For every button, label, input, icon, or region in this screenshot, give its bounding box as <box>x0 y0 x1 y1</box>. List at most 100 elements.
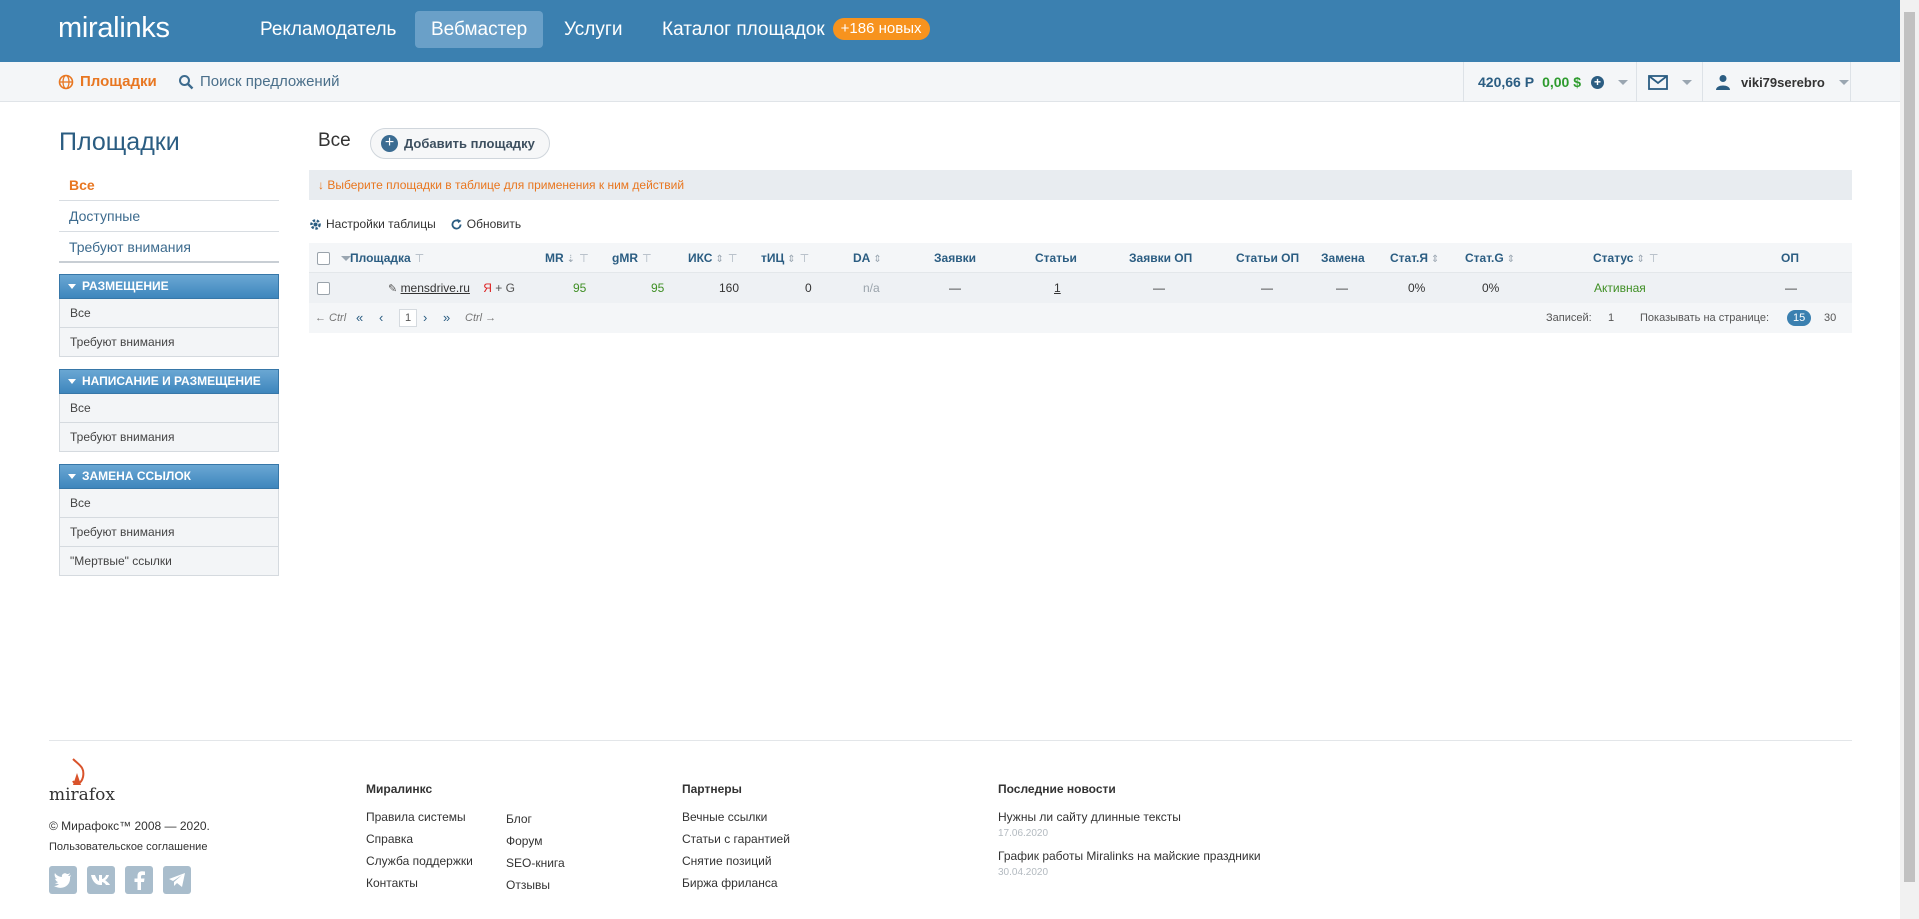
mr-value: 95 <box>573 281 587 295</box>
col-replace: Замена <box>1321 251 1365 265</box>
col-stat-ya[interactable]: Стат.Я ⇕ <box>1390 243 1439 273</box>
footer-link[interactable]: Отзывы <box>506 878 565 892</box>
add-platform-label: Добавить площадку <box>404 136 535 151</box>
chevron-down-icon <box>1618 79 1628 85</box>
top-navbar: miralinks Рекламодатель Вебмастер Услуги… <box>0 0 1900 62</box>
col-articles-op: Статьи ОП <box>1236 251 1300 265</box>
articles-link[interactable]: 1 <box>1054 273 1061 303</box>
footer-link[interactable]: Служба поддержки <box>366 854 473 868</box>
records-count: 1 <box>1608 312 1615 324</box>
group-header-placement[interactable]: Размещение <box>59 274 279 299</box>
nav-services[interactable]: Услуги <box>548 11 638 48</box>
next-page-button[interactable]: › <box>423 303 427 333</box>
row-checkbox[interactable] <box>317 282 330 295</box>
per-page-label: Показывать на странице: <box>1640 312 1770 324</box>
col-da[interactable]: DA ⇕ <box>853 243 882 273</box>
plus-icon: + <box>381 135 398 152</box>
group-title: Написание и размещение <box>82 374 261 388</box>
footer-link[interactable]: Контакты <box>366 876 473 890</box>
sidebar-menu: Все Доступные Требуют внимания <box>59 170 279 263</box>
footer-link[interactable]: Справка <box>366 832 473 846</box>
table-settings-button[interactable]: Настройки таблицы <box>309 217 436 231</box>
platforms-link[interactable]: Площадки <box>58 73 157 90</box>
refresh-icon <box>451 218 462 229</box>
mirafox-logo[interactable]: mirafox <box>49 755 115 810</box>
refresh-label: Обновить <box>466 217 522 231</box>
site-link[interactable]: mensdrive.ru <box>401 281 470 295</box>
sort-icon: ⇕ <box>715 254 724 265</box>
news-link[interactable]: Нужны ли сайту длинные тексты <box>998 810 1261 824</box>
chevron-down-icon <box>1838 79 1849 85</box>
telegram-icon[interactable] <box>163 866 191 894</box>
nav-catalog[interactable]: Каталог площадок +186 новых <box>646 11 946 48</box>
footer-link[interactable]: Блог <box>506 812 565 826</box>
last-page-button[interactable]: » <box>443 303 450 333</box>
news-link[interactable]: График работы Miralinks на майские празд… <box>998 849 1261 863</box>
footer-link[interactable]: Вечные ссылки <box>682 810 790 824</box>
nav-catalog-label: Каталог площадок <box>662 19 825 40</box>
nav-webmaster[interactable]: Вебмастер <box>415 11 544 48</box>
footer-link[interactable]: Статьи с гарантией <box>682 832 790 846</box>
prev-page-button[interactable]: ‹ <box>379 303 383 333</box>
refresh-button[interactable]: Обновить <box>450 217 521 231</box>
messages-dropdown[interactable] <box>1637 62 1703 102</box>
sort-icon: ⇕ <box>873 254 882 265</box>
sidebar-item-available[interactable]: Доступные <box>59 201 279 232</box>
sort-icon: ⇕ <box>1636 254 1645 265</box>
add-platform-button[interactable]: + Добавить площадку <box>370 128 550 159</box>
footer-link[interactable]: SEO-книга <box>506 856 565 870</box>
col-stat-g[interactable]: Стат.G ⇕ <box>1465 243 1515 273</box>
logo[interactable]: miralinks <box>58 12 170 45</box>
site-cell: ✎ mensdrive.ru Я + G <box>388 273 515 303</box>
col-iks[interactable]: ИКС ⇕ ⊤ <box>688 243 737 273</box>
col-mr[interactable]: MR ⇣ ⊤ <box>545 243 589 273</box>
group-header-writing[interactable]: Написание и размещение <box>59 369 279 394</box>
table-settings-label: Настройки таблицы <box>326 217 436 231</box>
facebook-icon[interactable] <box>125 866 153 894</box>
group-item-dead-links[interactable]: "Мертвые" ссылки <box>59 547 279 576</box>
da-value: n/a <box>863 281 880 295</box>
footer-link[interactable]: Биржа фриланса <box>682 876 790 890</box>
group-item-attention[interactable]: Требуют внимания <box>59 518 279 547</box>
sort-icon: ⇕ <box>1431 254 1440 265</box>
add-funds-icon[interactable]: + <box>1591 75 1604 89</box>
sort-icon: ⇣ <box>566 254 576 265</box>
per-page-15[interactable]: 15 <box>1787 303 1812 333</box>
col-platform[interactable]: Площадка ⊤ <box>350 243 424 273</box>
col-gmr[interactable]: gMR ⊤ <box>612 243 652 273</box>
footer-link[interactable]: Форум <box>506 834 565 848</box>
group-item-attention[interactable]: Требуют внимания <box>59 328 279 357</box>
search-offers-link[interactable]: Поиск предложений <box>178 73 339 90</box>
col-tic[interactable]: тИЦ ⇕ ⊤ <box>761 243 809 273</box>
sidebar-group-writing: Написание и размещение Все Требуют внима… <box>59 369 279 452</box>
current-page[interactable]: 1 <box>399 303 418 333</box>
per-page-30[interactable]: 30 <box>1824 303 1836 333</box>
user-agreement-link[interactable]: Пользовательское соглашение <box>49 841 207 853</box>
select-all-checkbox[interactable] <box>317 252 330 265</box>
news-item: Нужны ли сайту длинные тексты 17.06.2020 <box>998 810 1261 839</box>
twitter-icon[interactable] <box>49 866 77 894</box>
news-date: 30.04.2020 <box>998 867 1049 878</box>
filter-icon: ⊤ <box>1648 253 1659 265</box>
group-item-all[interactable]: Все <box>59 299 279 328</box>
group-item-all[interactable]: Все <box>59 489 279 518</box>
nav-advertiser[interactable]: Рекламодатель <box>244 11 412 48</box>
sidebar-item-attention[interactable]: Требуют внимания <box>59 232 279 263</box>
group-item-attention[interactable]: Требуют внимания <box>59 423 279 452</box>
user-menu[interactable]: viki79serebro <box>1703 62 1851 102</box>
scrollbar-thumb[interactable] <box>1904 12 1915 882</box>
group-header-replace[interactable]: Замена ссылок <box>59 464 279 489</box>
footer-link[interactable]: Снятие позиций <box>682 854 790 868</box>
edit-icon[interactable]: ✎ <box>388 283 397 295</box>
first-page-button[interactable]: « <box>356 303 363 333</box>
col-status[interactable]: Статус ⇕ ⊤ <box>1593 243 1658 273</box>
group-title: Размещение <box>82 279 169 293</box>
footer-col-title: Партнеры <box>682 782 742 796</box>
sidebar-item-all[interactable]: Все <box>59 170 279 201</box>
page-scrollbar[interactable] <box>1900 0 1919 919</box>
vk-icon[interactable] <box>87 866 115 894</box>
balance-dropdown[interactable]: 420,66 Р 0,00 $ + <box>1463 62 1637 102</box>
group-item-all[interactable]: Все <box>59 394 279 423</box>
footer-link[interactable]: Правила системы <box>366 810 473 824</box>
table-row: ✎ mensdrive.ru Я + G 95 95 160 0 n/a — 1… <box>309 273 1852 303</box>
